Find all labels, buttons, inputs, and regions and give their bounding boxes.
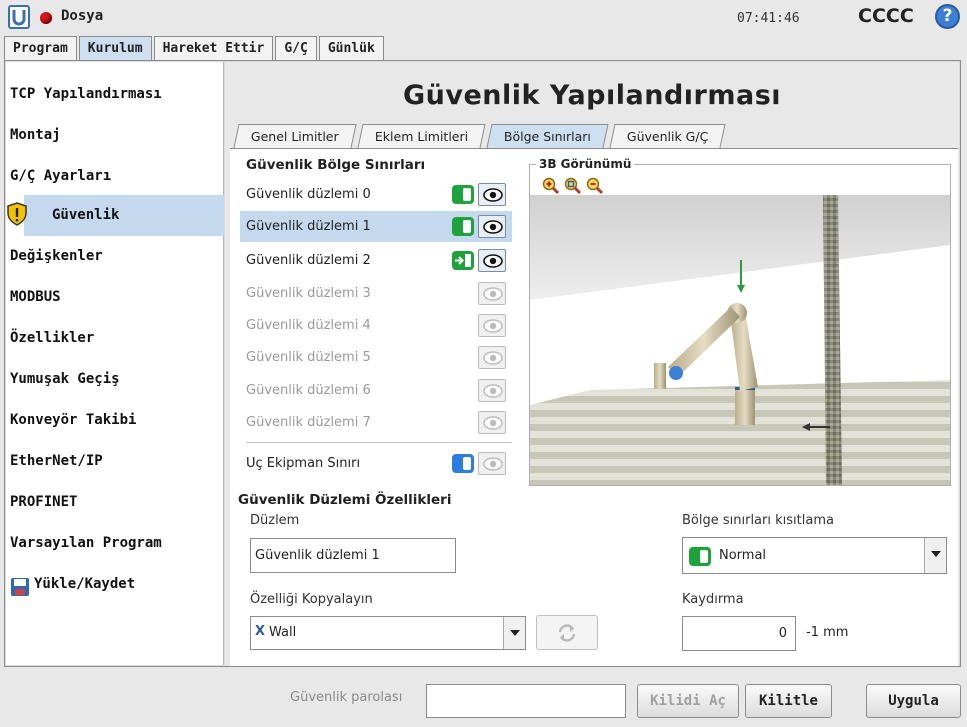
refresh-button[interactable] bbox=[536, 615, 598, 650]
eye-icon[interactable] bbox=[478, 452, 506, 475]
eye-icon[interactable] bbox=[478, 183, 506, 206]
eye-icon[interactable] bbox=[478, 379, 506, 402]
page-title: Güvenlik Yapılandırması bbox=[403, 80, 782, 111]
status-indicator-icon bbox=[40, 12, 52, 24]
tab-log[interactable]: Günlük bbox=[318, 36, 384, 60]
plane-row-7[interactable]: Güvenlik düzlemi 7 bbox=[240, 407, 512, 438]
main-tabs: Program Kurulum Hareket Ettir G/Ç Günlük bbox=[4, 36, 386, 60]
eye-icon[interactable] bbox=[478, 411, 506, 434]
unlock-button[interactable]: Kilidi Aç bbox=[637, 684, 739, 718]
plane-row-6[interactable]: Güvenlik düzlemi 6 bbox=[240, 375, 512, 406]
tab-joint-limits[interactable]: Eklem Limitleri bbox=[357, 124, 486, 148]
sidebar-item-io-setup[interactable]: G/Ç Ayarları bbox=[6, 156, 224, 197]
restriction-label: Bölge sınırları kısıtlama bbox=[682, 513, 834, 528]
zoom-controls bbox=[542, 177, 604, 195]
copy-feature-label: Özelliği Kopyalayın bbox=[250, 592, 373, 607]
eye-icon[interactable] bbox=[478, 314, 506, 337]
normal-mode-icon[interactable] bbox=[452, 217, 474, 236]
3d-view[interactable] bbox=[529, 164, 951, 486]
plane-row-1[interactable]: Güvenlik düzlemi 1 bbox=[240, 211, 512, 242]
eye-icon[interactable] bbox=[478, 215, 506, 238]
boundaries-section-label: Güvenlik Bölge Sınırları bbox=[246, 157, 426, 173]
sidebar-item-mounting[interactable]: Montaj bbox=[6, 115, 224, 156]
tool-mode-icon[interactable] bbox=[452, 454, 474, 473]
lock-button[interactable]: Kilitle bbox=[745, 684, 832, 718]
sidebar-item-variables[interactable]: Değişkenler bbox=[6, 236, 224, 277]
sidebar-item-smooth-transition[interactable]: Yumuşak Geçiş bbox=[6, 359, 224, 400]
ur-logo-icon bbox=[8, 5, 30, 29]
3d-view-label: 3B Görünümü bbox=[536, 157, 635, 171]
offset-input[interactable]: 0 bbox=[682, 616, 796, 651]
offset-unit: -1 mm bbox=[806, 625, 849, 640]
zoom-fit-icon[interactable] bbox=[564, 177, 582, 195]
tab-safety-io[interactable]: Güvenlik G/Ç bbox=[609, 124, 726, 148]
chevron-down-icon bbox=[503, 617, 525, 649]
tab-move[interactable]: Hareket Ettir bbox=[153, 36, 274, 60]
tool-boundary-row[interactable]: Uç Ekipman Sınırı bbox=[240, 448, 512, 479]
plane-row-4[interactable]: Güvenlik düzlemi 4 bbox=[240, 310, 512, 341]
refresh-icon bbox=[558, 624, 576, 642]
password-label: Güvenlik parolası bbox=[290, 690, 403, 705]
eye-icon[interactable] bbox=[478, 249, 506, 272]
help-icon[interactable]: ? bbox=[935, 4, 960, 29]
clock: 07:41:46 bbox=[737, 11, 800, 26]
copy-feature-dropdown[interactable]: X Wall bbox=[250, 616, 526, 650]
plane-label: Düzlem bbox=[250, 513, 300, 528]
password-input[interactable] bbox=[426, 684, 626, 718]
sidebar: TCP Yapılandırması Montaj G/Ç Ayarları G… bbox=[6, 62, 224, 665]
warning-shield-icon bbox=[7, 202, 27, 226]
chevron-down-icon bbox=[924, 538, 946, 573]
sidebar-item-safety[interactable]: Güvenlik bbox=[24, 195, 224, 236]
zoom-in-icon[interactable] bbox=[542, 177, 560, 195]
eye-icon[interactable] bbox=[478, 346, 506, 369]
normal-mode-icon bbox=[689, 547, 711, 566]
sidebar-item-features[interactable]: Özellikler bbox=[6, 318, 224, 359]
tab-installation[interactable]: Kurulum bbox=[78, 36, 152, 60]
file-menu[interactable]: Dosya bbox=[61, 8, 103, 24]
zoom-out-icon[interactable] bbox=[586, 177, 604, 195]
sidebar-item-load-save[interactable]: Yükle/Kaydet bbox=[6, 564, 224, 605]
plane-row-2[interactable]: Güvenlik düzlemi 2 bbox=[240, 245, 512, 276]
floppy-disk-icon bbox=[11, 578, 29, 596]
apply-button[interactable]: Uygula bbox=[866, 684, 961, 718]
sidebar-item-modbus[interactable]: MODBUS bbox=[6, 277, 224, 318]
feature-x-icon: X bbox=[255, 624, 266, 639]
sub-tabs: Genel Limitler Eklem Limitleri Bölge Sın… bbox=[230, 124, 729, 148]
sidebar-item-profinet[interactable]: PROFINET bbox=[6, 482, 224, 523]
sidebar-item-default-program[interactable]: Varsayılan Program bbox=[6, 523, 224, 564]
plane-row-3[interactable]: Güvenlik düzlemi 3 bbox=[240, 278, 512, 309]
normal-mode-icon[interactable] bbox=[452, 185, 474, 204]
tab-io[interactable]: G/Ç bbox=[275, 36, 317, 60]
properties-section-label: Güvenlik Düzlemi Özellikleri bbox=[238, 492, 452, 508]
tab-program[interactable]: Program bbox=[4, 36, 77, 60]
restriction-dropdown[interactable]: Normal bbox=[682, 537, 947, 574]
sidebar-item-tcp[interactable]: TCP Yapılandırması bbox=[6, 74, 224, 115]
plane-row-0[interactable]: Güvenlik düzlemi 0 bbox=[240, 179, 512, 210]
eye-icon[interactable] bbox=[478, 282, 506, 305]
sidebar-item-ethernet-ip[interactable]: EtherNet/IP bbox=[6, 441, 224, 482]
plane-name-input[interactable]: Güvenlik düzlemi 1 bbox=[250, 538, 456, 573]
sidebar-item-conveyor[interactable]: Konveyör Takibi bbox=[6, 400, 224, 441]
robot-name: CCCC bbox=[858, 5, 914, 27]
tab-general-limits[interactable]: Genel Limitler bbox=[233, 124, 357, 148]
plane-row-5[interactable]: Güvenlik düzlemi 5 bbox=[240, 342, 512, 373]
trigger-mode-icon[interactable] bbox=[452, 251, 474, 270]
divider bbox=[246, 442, 512, 443]
tab-boundaries[interactable]: Bölge Sınırları bbox=[486, 124, 609, 148]
3d-scene bbox=[530, 165, 950, 485]
offset-label: Kaydırma bbox=[682, 592, 744, 607]
top-bar bbox=[0, 0, 967, 36]
